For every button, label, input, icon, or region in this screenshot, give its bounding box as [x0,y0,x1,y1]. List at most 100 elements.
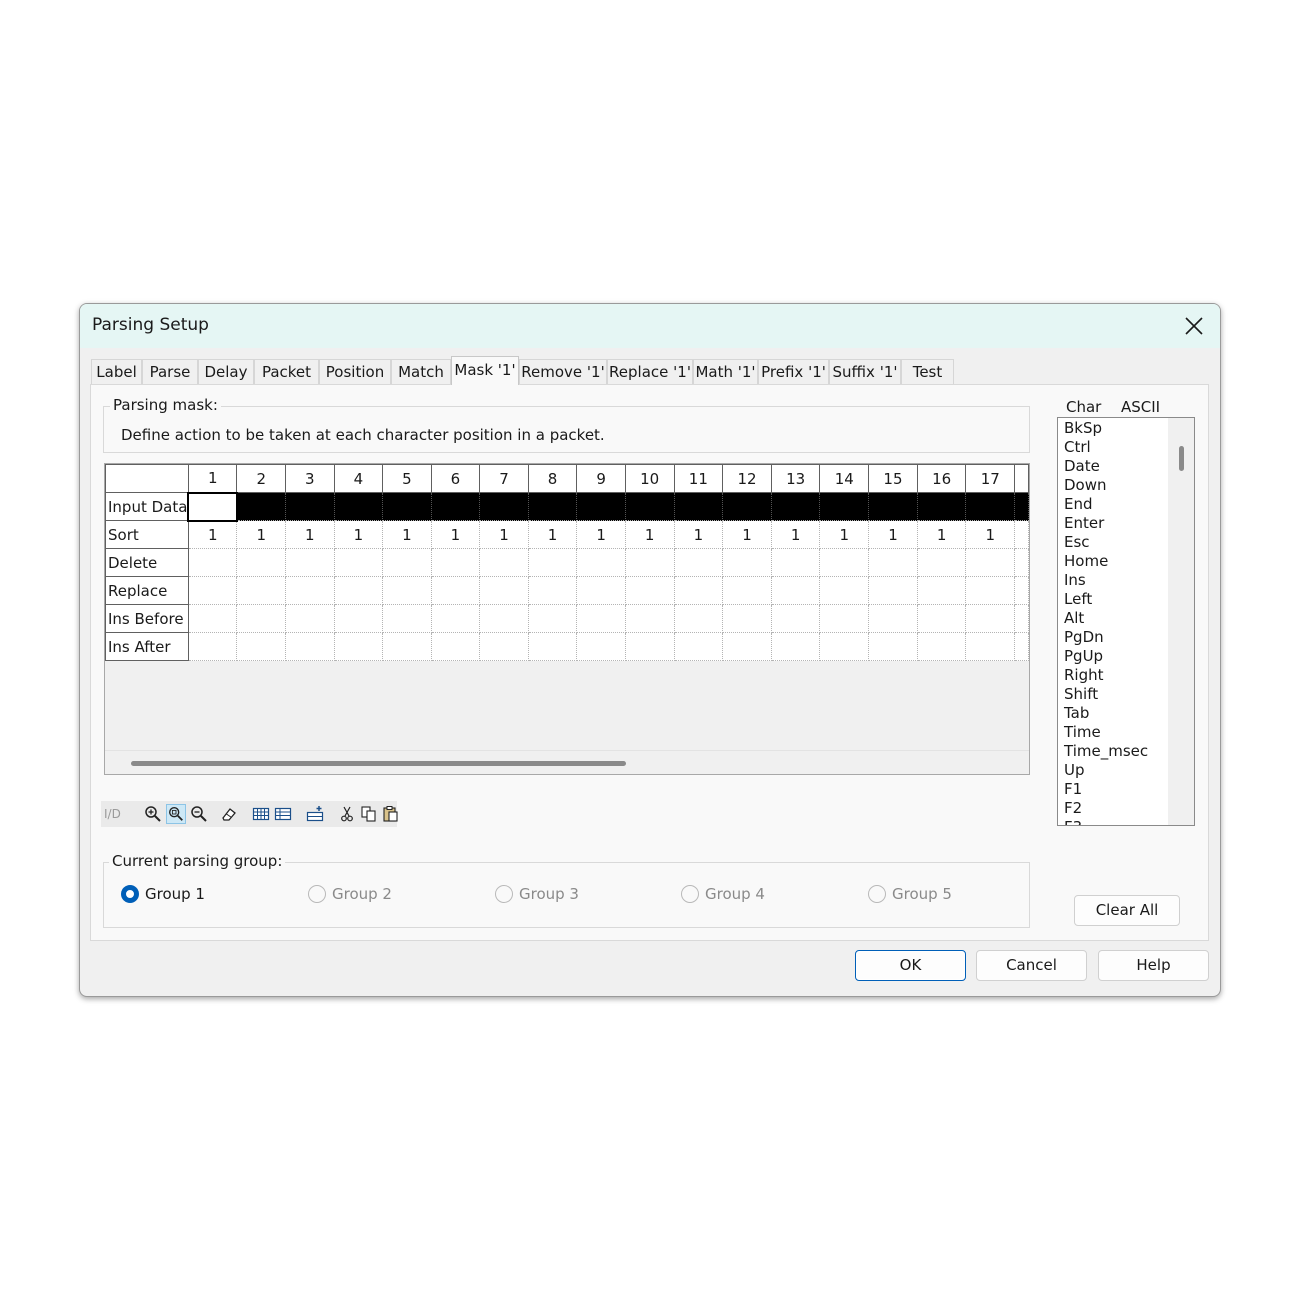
grid-cell[interactable] [674,576,724,605]
char-list-item[interactable]: Up [1064,761,1085,780]
char-list-item[interactable]: PgDn [1064,628,1104,647]
char-list-item[interactable]: F2 [1064,799,1082,818]
grid-cell[interactable] [771,576,821,605]
input-data-cell[interactable] [868,492,918,521]
grid-cell[interactable]: 1 [917,520,967,549]
tab-packet[interactable]: Packet [254,359,319,384]
column-header[interactable]: 15 [868,464,918,493]
grid-cell[interactable] [285,604,335,633]
grid-cell[interactable]: 1 [965,520,1016,549]
grid-cell[interactable] [188,576,238,605]
grid-cell[interactable] [528,604,578,633]
grid-cell[interactable] [965,632,1016,661]
zoom-in-button[interactable] [143,804,163,824]
grid-cell[interactable] [382,632,432,661]
grid-cell[interactable] [917,632,967,661]
grid-cell[interactable] [236,576,287,605]
tab-mask[interactable]: Mask '1' [451,356,519,385]
grid-cell[interactable] [722,632,772,661]
grid-cell[interactable] [576,576,626,605]
char-list-item[interactable]: F1 [1064,780,1082,799]
grid-cell[interactable] [479,604,529,633]
grid-cell[interactable] [917,604,967,633]
cancel-button[interactable]: Cancel [976,950,1087,981]
parsing-mask-grid[interactable]: 1 2 3 4 5 6 7 8 9 10 11 12 13 14 15 16 17 Input Data Sort 1… [104,463,1030,775]
table-grid-button[interactable] [251,804,271,824]
tab-prefix[interactable]: Prefix '1' [758,359,829,384]
grid-cell-partial[interactable] [1014,576,1029,605]
char-list-item[interactable]: Ins [1064,571,1086,590]
input-data-cell[interactable] [187,491,238,522]
grid-cell[interactable] [479,548,529,577]
input-data-cell[interactable] [431,492,481,521]
grid-cell[interactable] [771,632,821,661]
input-data-cell[interactable] [965,492,1016,521]
tab-math[interactable]: Math '1' [693,359,758,384]
grid-cell[interactable] [868,548,918,577]
grid-cell[interactable] [382,548,432,577]
tab-replace[interactable]: Replace '1' [607,359,693,384]
grid-cell[interactable]: 1 [674,520,724,549]
char-list-item[interactable]: F3 [1064,818,1082,825]
input-data-cell[interactable] [625,492,675,521]
grid-cell-partial[interactable] [1014,492,1029,521]
column-header[interactable]: 14 [819,464,870,493]
grid-cell[interactable] [917,576,967,605]
grid-cell[interactable] [868,576,918,605]
grid-cell[interactable] [188,632,238,661]
char-list-item[interactable]: Alt [1064,609,1084,628]
char-list-item[interactable]: Date [1064,457,1100,476]
grid-cell[interactable]: 1 [431,520,481,549]
grid-cell[interactable] [479,576,529,605]
horizontal-scroll-thumb[interactable] [131,761,626,766]
grid-cell[interactable] [382,576,432,605]
vertical-scroll-thumb[interactable] [1179,446,1184,471]
input-data-cell[interactable] [771,492,821,521]
help-button[interactable]: Help [1098,950,1209,981]
column-header[interactable]: 2 [236,464,287,493]
char-list-item[interactable]: BkSp [1064,419,1102,438]
grid-cell[interactable] [236,548,287,577]
grid-cell[interactable] [722,548,772,577]
grid-cell[interactable]: 1 [625,520,675,549]
grid-cell[interactable] [965,548,1016,577]
input-data-cell[interactable] [819,492,870,521]
grid-cell[interactable]: 1 [188,520,238,549]
grid-cell[interactable]: 1 [528,520,578,549]
char-list-item[interactable]: Esc [1064,533,1090,552]
input-data-cell[interactable] [722,492,772,521]
zoom-out-button[interactable] [189,804,209,824]
grid-cell[interactable] [334,632,384,661]
grid-cell[interactable]: 1 [819,520,870,549]
column-header[interactable]: 13 [770,464,821,493]
grid-cell[interactable] [334,548,384,577]
grid-cell[interactable] [917,548,967,577]
char-list-item[interactable]: PgUp [1064,647,1103,666]
horizontal-scrollbar[interactable] [105,750,1029,774]
char-column-header[interactable]: Char [1066,398,1101,416]
grid-cell[interactable] [674,604,724,633]
char-list-item[interactable]: Time [1064,723,1101,742]
grid-cell-partial[interactable] [1014,632,1029,661]
grid-cell[interactable] [285,632,335,661]
grid-cell-partial[interactable] [1014,520,1029,549]
grid-cell[interactable] [674,632,724,661]
tab-parse[interactable]: Parse [142,359,198,384]
grid-cell[interactable] [334,576,384,605]
grid-cell[interactable] [285,548,335,577]
paste-button[interactable] [381,804,401,824]
grid-cell[interactable] [674,548,724,577]
input-data-cell[interactable] [334,492,384,521]
input-data-cell[interactable] [479,492,529,521]
column-header[interactable]: 1 [187,464,238,493]
grid-cell[interactable]: 1 [285,520,335,549]
grid-cell[interactable] [528,576,578,605]
grid-cell[interactable] [965,576,1016,605]
grid-cell[interactable] [771,548,821,577]
grid-cell[interactable] [528,548,578,577]
column-header[interactable]: 7 [479,464,529,493]
column-header[interactable]: 11 [673,464,724,493]
grid-cell[interactable]: 1 [334,520,384,549]
input-data-cell[interactable] [382,492,432,521]
tab-label[interactable]: Label [91,359,142,384]
